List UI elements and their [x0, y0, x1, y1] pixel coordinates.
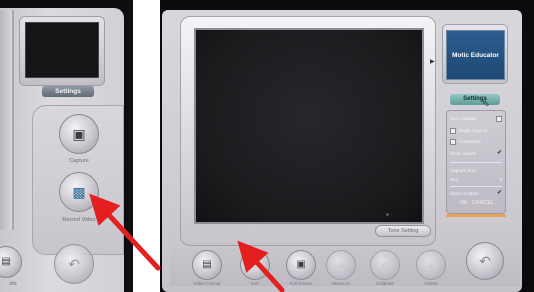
measure-button[interactable]: ○ [326, 250, 356, 280]
checkmark-icon: ✔ [496, 190, 502, 196]
live-view-screen[interactable] [194, 28, 424, 224]
left-thumbnail-preview[interactable] [25, 22, 99, 78]
measure-label: Measure [332, 281, 350, 286]
full-screen-button[interactable]: ▣ [286, 250, 316, 280]
monitor-arrow-icon: ▶ [430, 59, 435, 65]
thumbnail-preview[interactable]: Motic Educator [446, 30, 505, 80]
full-screen-label: Full Screen [289, 281, 313, 286]
calibrate-label: Calibrate [375, 281, 394, 286]
measure-icon: ○ [338, 259, 344, 270]
accent-bar [446, 214, 506, 217]
video-format-label: Video Format [193, 281, 221, 286]
left-bottom-label: nts [9, 281, 17, 287]
exit-icon: ○ [252, 259, 258, 270]
undo-arrow-icon: ↶ [479, 253, 491, 269]
calibrate-icon: ○ [382, 259, 388, 270]
single-capture-option[interactable]: Single Capture [450, 126, 502, 135]
record-video-button[interactable]: ▩ [59, 172, 99, 212]
resolution-label: Res [450, 177, 459, 182]
cancel-button[interactable]: CANCEL [472, 200, 494, 209]
capture-button[interactable]: ▣ [59, 114, 99, 154]
panel-divider [450, 162, 502, 163]
calibrate-button[interactable]: ○ [370, 250, 400, 280]
delete-button[interactable]: ○ [416, 250, 446, 280]
full-screen-icon: ▣ [296, 259, 306, 270]
video-format-icon: ▤ [202, 259, 212, 270]
left-photo-panel: Settings ▣ Capture ▩ Record Video ▤ nts … [0, 0, 133, 292]
auto-capture-label: Auto Capture [450, 116, 477, 121]
capture-size-label: Capture Size [450, 168, 477, 173]
left-monitor-edge [0, 10, 14, 230]
checkmark-icon: ✔ [496, 150, 502, 156]
continuous-option[interactable]: Continuous [450, 137, 502, 146]
single-capture-radio[interactable] [450, 127, 456, 134]
save-location-label: Save Location [450, 191, 479, 196]
continuous-label: Continuous [458, 139, 481, 144]
left-undo-button[interactable]: ↶ [54, 244, 94, 284]
undo-button[interactable]: ↶ [466, 242, 504, 280]
undo-arrow-icon: ↶ [68, 256, 80, 272]
ok-button[interactable]: OK [460, 200, 468, 209]
auto-capture-option[interactable]: Auto Capture [450, 114, 502, 123]
record-video-label: Record Video [62, 217, 96, 223]
exit-button[interactable]: ○ [240, 250, 270, 280]
settings-button[interactable]: Settings [450, 94, 500, 105]
panel-divider [450, 186, 502, 187]
save-location-option[interactable]: Save Location ✔ [450, 189, 502, 198]
capture-label: Capture [69, 158, 89, 164]
single-capture-label: Single Capture [458, 128, 488, 133]
show-values-option[interactable]: Show Values ✔ [450, 149, 502, 158]
delete-label: Delete [424, 281, 438, 286]
auto-capture-checkbox[interactable] [496, 115, 502, 122]
video-format-button[interactable]: ▤ [192, 250, 222, 280]
resolution-option[interactable]: Res ▾ [450, 175, 502, 184]
tone-setting-tab[interactable]: Tone Setting [375, 225, 431, 237]
mouse-cursor-icon: ⬁ [482, 98, 490, 108]
show-values-label: Show Values [450, 151, 476, 156]
delete-icon: ○ [428, 259, 434, 270]
video-camera-icon: ▩ [72, 184, 86, 200]
right-photo-panel: ▶ Tone Setting Motic Educator Settings ⬁… [160, 0, 534, 292]
camera-icon: ▣ [72, 126, 86, 142]
chevron-down-icon: ▾ [499, 177, 502, 182]
dialog-buttons: OK CANCEL [452, 200, 502, 209]
exit-label: Exit [251, 281, 259, 286]
trash-icon: ▤ [1, 256, 11, 267]
left-settings-button[interactable]: Settings [42, 86, 94, 97]
continuous-radio[interactable] [450, 138, 456, 145]
monitor-indicator-dot [386, 213, 389, 216]
capture-size-option[interactable]: Capture Size [450, 166, 502, 175]
